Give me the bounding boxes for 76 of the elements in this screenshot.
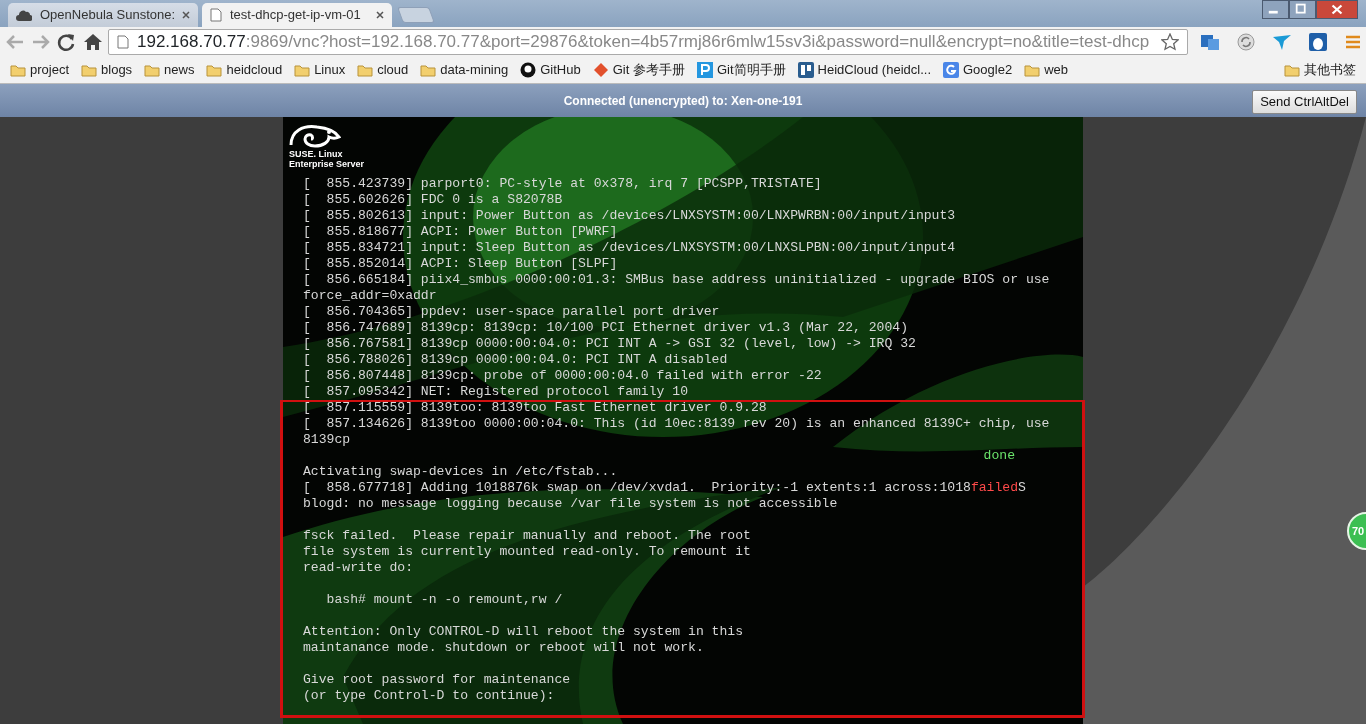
minimize-icon[interactable]	[1262, 0, 1289, 19]
sync-icon[interactable]	[1236, 32, 1256, 52]
console-line: [ 857.134626] 8139too 0000:00:04.0: This (id 10ec:8139 rev 20) is an enhanced 8139C+ chip, use	[303, 416, 1050, 432]
folder-icon	[81, 63, 98, 77]
console-line: [ 857.095342] NET: Registered protocol family 10	[303, 384, 689, 400]
console-line: [ 856.767581] 8139cp 0000:00:04.0: PCI INT A -> GSI 32 (level, low) -> IRQ 32	[303, 336, 916, 352]
close-icon[interactable]	[182, 11, 190, 19]
console-line: (or type Control-D to continue):	[303, 688, 555, 704]
folder-icon	[357, 63, 374, 77]
board-icon	[797, 62, 814, 78]
bookmark[interactable]: data-mining	[414, 60, 515, 80]
console-line: [ 857.115559] 8139too: 8139too Fast Ethernet driver 0.9.28	[303, 400, 767, 416]
bookmark[interactable]: Google2	[937, 60, 1019, 80]
browser-tab[interactable]: OpenNebula Sunstone:	[8, 3, 198, 27]
console-line: [ 855.602626] FDC 0 is a S82078B	[303, 192, 563, 208]
folder-icon	[1024, 63, 1041, 77]
console-line: Give root password for maintenance	[303, 672, 571, 688]
cloud-icon	[16, 9, 32, 21]
home-icon[interactable]	[82, 32, 104, 52]
logo-text: SUSE. Linux	[289, 149, 344, 159]
folder-icon	[1284, 63, 1300, 77]
console-line: read-write do:	[303, 560, 413, 576]
bookmark[interactable]: blogs	[75, 60, 139, 80]
bookmark[interactable]: heidcloud	[200, 60, 289, 80]
url-text: 192.168.70.77:9869/vnc?host=192.168.70.77&port=29876&token=4b57rmj86r6mlw15sv3i&password=null&encrypt=no&title=test-dhcp	[137, 31, 1151, 54]
g-logo-icon	[943, 62, 959, 78]
console-line: [ 855.852014] ACPI: Sleep Button [SLPF]	[303, 256, 618, 272]
console-line: [ 858.677718] Adding 1018876k swap on /dev/xvda1. Priority:-1 extents:1 across:1018failedS	[303, 480, 1026, 496]
console-line: [ 856.747689] 8139cp: 8139cp: 10/100 PCI Ethernet driver v1.3 (Mar 22, 2004)	[303, 320, 909, 336]
close-icon[interactable]	[1316, 0, 1358, 19]
browser-tab[interactable]: test-dhcp-get-ip-vm-01	[202, 3, 392, 27]
console-line: [ 855.834721] input: Sleep Button as /devices/LNXSYSTM:00/LNXSLPBN:00/input/input4	[303, 240, 956, 256]
console-line: 8139cp	[303, 432, 351, 448]
console-line: [ 856.704365] ppdev: user-space parallel port driver	[303, 304, 720, 320]
page-icon	[117, 35, 129, 49]
close-icon[interactable]	[376, 11, 384, 19]
chameleon-logo-icon	[289, 123, 341, 149]
bookmark[interactable]: cloud	[351, 60, 415, 80]
console-line: [ 855.802613] input: Power Button as /devices/LNXSYSTM:00/LNXPWRBN:00/input/input3	[303, 208, 956, 224]
folder-icon	[10, 63, 26, 77]
console-line: [ 855.818677] ACPI: Power Button [PWRF]	[303, 224, 618, 240]
console-line: [ 855.423739] parport0: PC-style at 0x378, irq 7 [PCSPP,TRISTATE]	[303, 176, 822, 192]
status-text: done	[983, 448, 1015, 464]
page-icon	[210, 8, 222, 22]
console-line: maintanance mode. shutdown or reboot will not work.	[303, 640, 704, 656]
folder-icon	[206, 63, 223, 77]
bookmark[interactable]: Git简明手册	[690, 60, 792, 80]
send-ctrlaltdel-button[interactable]: Send CtrlAltDel	[1252, 90, 1357, 114]
console-line: [ 856.788026] 8139cp 0000:00:04.0: PCI INT A disabled	[303, 352, 728, 368]
console-line: Activating swap-devices in /etc/fstab...	[303, 464, 618, 480]
console-line: file system is currently mounted read-only. To remount it	[303, 544, 751, 560]
console-line: fsck failed. Please repair manually and reboot. The root	[303, 528, 751, 544]
console-line: bash# mount -n -o remount,rw /	[325, 592, 563, 608]
console-line: blogd: no message logging because /var file system is not accessible	[303, 496, 838, 512]
bookmark[interactable]: HeidCloud (heidcl...	[791, 60, 937, 80]
connection-status: Connected (unencrypted) to: Xen-one-191	[563, 92, 803, 110]
address-bar[interactable]: 192.168.70.77:9869/vnc?host=192.168.70.77&port=29876&token=4b57rmj86r6mlw15sv3i&password=null&encrypt=no&title=test-dhcp	[108, 29, 1188, 55]
bookmark[interactable]: project	[4, 60, 76, 80]
bookmark[interactable]: Git 参考手册	[586, 60, 691, 80]
star-icon[interactable]	[1161, 33, 1179, 51]
console-line: Attention: Only CONTROL-D will reboot the system in this	[303, 624, 744, 640]
folder-icon	[144, 63, 161, 77]
logo-text: Enterprise Server	[289, 159, 365, 169]
bookmark[interactable]: GitHub	[514, 60, 587, 80]
console-line: force_addr=0xaddr	[303, 288, 437, 304]
maximize-icon[interactable]	[1289, 0, 1316, 19]
bookmark[interactable]: web	[1018, 60, 1074, 80]
folder-icon	[294, 63, 311, 77]
folder-icon	[420, 63, 437, 77]
p-logo-icon	[696, 62, 713, 78]
console-line: [ 856.807448] 8139cp: probe of 0000:00:04.0 failed with error -22	[303, 368, 822, 384]
bookmark[interactable]: 其他书签	[1278, 60, 1362, 80]
console-line: [ 856.665184] piix4_smbus 0000:00:01.3: SMBus base address uninitialized - upgrade BIOS or use	[303, 272, 1050, 288]
diamond-icon	[592, 62, 609, 78]
bookmark[interactable]: news	[138, 60, 201, 80]
bookmark[interactable]: Linux	[288, 60, 352, 80]
